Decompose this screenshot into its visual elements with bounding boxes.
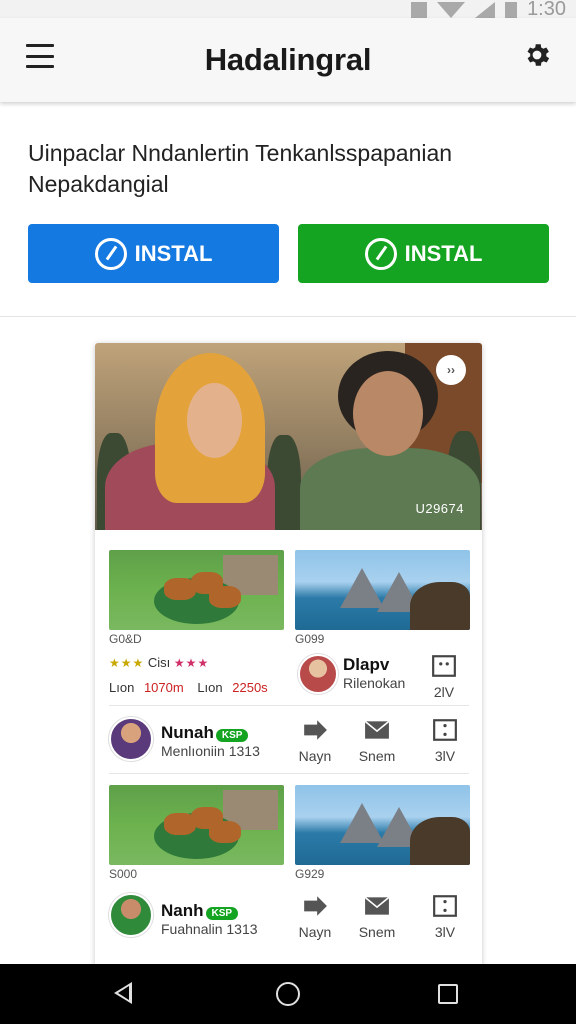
user-name: Nunah xyxy=(161,723,214,742)
gear-icon[interactable] xyxy=(522,40,552,70)
user-info: Nunah KSP Menlıoniin 1313 xyxy=(161,723,260,759)
wifi-icon xyxy=(437,1,466,18)
hero-person xyxy=(187,383,242,458)
row-separator xyxy=(109,773,469,774)
count-label: 2lV xyxy=(433,684,455,700)
avatar[interactable] xyxy=(109,717,153,761)
menu-icon[interactable] xyxy=(26,44,54,68)
sea-thumbnail[interactable] xyxy=(295,785,470,865)
message-button[interactable]: Snem xyxy=(357,895,397,940)
stars-icon: ★★★ xyxy=(109,656,145,670)
share-icon xyxy=(304,720,327,740)
stats-values: Lıon 1070m Lıon 2250s xyxy=(109,680,268,695)
stats-mid: Cisı xyxy=(147,655,171,670)
notification-icon xyxy=(411,1,428,18)
thumbnail-label: G0&D xyxy=(109,632,142,646)
thumb-rock xyxy=(410,582,470,630)
thumb-cookie xyxy=(209,821,241,843)
share-label: Nayn xyxy=(298,748,332,764)
hero-caption: U29674 xyxy=(415,501,464,516)
home-icon[interactable] xyxy=(276,982,300,1006)
mail-icon xyxy=(364,720,390,739)
stats-row: ★★★ Cisı ★★★ xyxy=(109,655,209,670)
battery-icon xyxy=(505,1,518,18)
install-button-blue[interactable]: INSTAL xyxy=(28,224,279,283)
message-button[interactable]: Snem xyxy=(357,719,397,764)
user-info: Nanh KSP Fuahnalin 1313 xyxy=(161,901,258,937)
more-box-icon xyxy=(433,719,457,741)
install-button-label: INSTAL xyxy=(134,240,213,266)
thumb-cookie xyxy=(209,586,241,608)
hero-person xyxy=(353,371,423,456)
food-thumbnail[interactable] xyxy=(109,550,284,630)
app-title: Hadalingral xyxy=(204,42,372,77)
avatar[interactable] xyxy=(109,893,153,937)
stat-value: 1070m xyxy=(143,680,184,695)
user-sub: Fuahnalin xyxy=(161,921,223,937)
share-button[interactable]: Nayn xyxy=(295,719,335,764)
status-bar: 1:30 xyxy=(0,0,576,20)
hero-person xyxy=(300,448,480,530)
thumbnail-label: G099 xyxy=(295,632,325,646)
profile-info: Dlapv Rilenokan xyxy=(343,655,405,691)
install-button-green[interactable]: INSTAL xyxy=(298,224,549,283)
hero-image[interactable]: ›› U29674 xyxy=(95,343,482,530)
more-box-icon xyxy=(432,655,456,677)
row-separator xyxy=(109,705,469,706)
install-button-label: INSTAL xyxy=(404,240,483,266)
share-icon xyxy=(304,896,327,916)
share-label: Nayn xyxy=(298,924,332,940)
count-label: 3lV xyxy=(434,748,456,764)
signal-icon xyxy=(475,1,496,18)
food-thumbnail[interactable] xyxy=(109,785,284,865)
app-description: Uinpaclar Nndanlertin Tenkanlsspapanian … xyxy=(28,140,453,197)
stat-label: Lıon xyxy=(197,680,223,695)
thumbnail-label: G929 xyxy=(295,867,325,881)
count-label: 3lV xyxy=(434,924,456,940)
user-sub: Menlıoniin xyxy=(161,743,225,759)
user-name: Nanh xyxy=(161,901,204,920)
thumb-rock xyxy=(410,817,470,865)
thumbnail-label: S000 xyxy=(109,867,138,881)
navigation-bar xyxy=(0,964,576,1024)
stat-label: Lıon xyxy=(109,680,135,695)
feed-card: ›› U29674 G0&D G099 ★★★ Cisı ★★★ Lıon 10… xyxy=(95,343,482,968)
check-circle-icon xyxy=(364,237,397,270)
profile-name: Dlapv xyxy=(343,655,390,674)
stars-icon: ★★★ xyxy=(173,656,210,670)
message-label: Snem xyxy=(358,748,396,764)
divider xyxy=(0,316,576,317)
sea-thumbnail[interactable] xyxy=(295,550,470,630)
check-circle-icon xyxy=(94,237,127,270)
user-badge: KSP xyxy=(205,907,239,920)
profile-sub: Rilenokan xyxy=(343,675,406,691)
stat-value: 2250s xyxy=(232,680,268,695)
count-action[interactable]: 3lV xyxy=(425,719,465,764)
message-label: Snem xyxy=(358,924,396,940)
back-icon[interactable] xyxy=(114,982,132,1004)
close-icon[interactable]: ›› xyxy=(436,355,466,385)
mail-icon xyxy=(364,896,390,915)
more-box-icon xyxy=(433,895,457,917)
share-button[interactable]: Nayn xyxy=(295,895,335,940)
app-bar: Hadalingral xyxy=(0,18,576,102)
user-badge: KSP xyxy=(215,729,249,742)
count-action[interactable]: 2lV xyxy=(431,655,457,700)
avatar[interactable] xyxy=(298,654,338,694)
count-action[interactable]: 3lV xyxy=(425,895,465,940)
recent-apps-icon[interactable] xyxy=(438,984,458,1004)
user-num: 1313 xyxy=(226,921,258,937)
user-num: 1313 xyxy=(228,743,260,759)
